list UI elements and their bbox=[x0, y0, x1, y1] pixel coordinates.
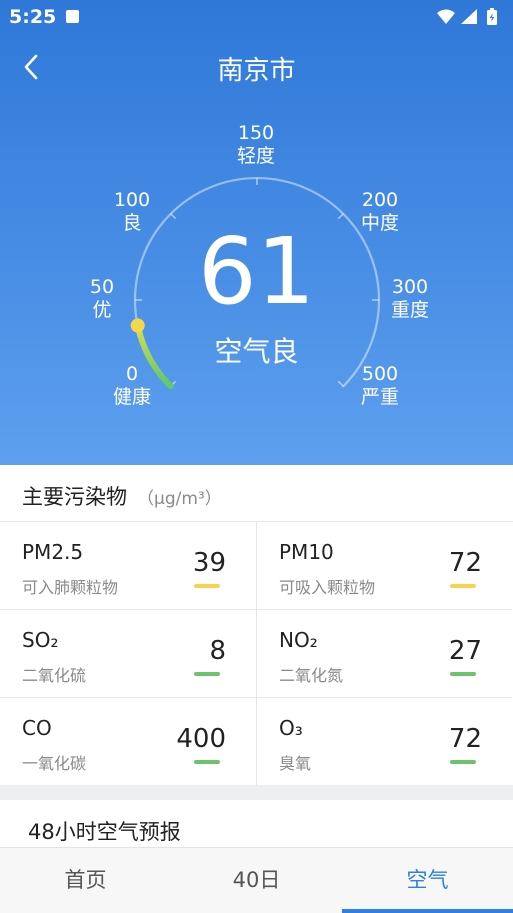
aqi-value: 61 bbox=[197, 218, 316, 325]
tab-home[interactable]: 首页 bbox=[0, 848, 171, 913]
forecast-title: 48小时空气预报 bbox=[28, 820, 181, 844]
notification-icon bbox=[66, 10, 79, 23]
title-bar: 南京市 bbox=[0, 40, 513, 94]
gauge-scale-value: 100 bbox=[113, 189, 151, 211]
pollutant-chinese-name: 一氧化碳 bbox=[22, 754, 87, 773]
status-icons bbox=[437, 8, 497, 25]
pollutants-header: 主要污染物 （μg/m³） bbox=[22, 481, 222, 511]
status-bar: 5:25 bbox=[0, 0, 513, 34]
pollutant-cell: PM10 可吸入颗粒物 72 bbox=[256, 522, 512, 610]
pollutant-chinese-name: 二氧化硫 bbox=[22, 666, 87, 685]
tab-40-days[interactable]: 40日 bbox=[171, 848, 342, 913]
pollutants-card: 主要污染物 （μg/m³） PM2.5 可入肺颗粒物 39 PM10 可吸入颗粒物 72 SO… bbox=[0, 465, 513, 786]
pollutant-name: CO bbox=[22, 716, 52, 740]
pollutant-name: PM10 bbox=[279, 540, 334, 564]
gauge-scale-value: 150 bbox=[237, 122, 275, 144]
pollutant-name: PM2.5 bbox=[22, 540, 84, 564]
pollutant-level-bar bbox=[450, 672, 476, 676]
forecast-section: 48小时空气预报 bbox=[0, 800, 513, 848]
pollutant-value: 27 bbox=[448, 636, 482, 666]
pollutant-name: O₃ bbox=[279, 716, 303, 740]
pollutant-value: 400 bbox=[176, 724, 226, 754]
pollutant-cell: O₃ 臭氧 72 bbox=[256, 698, 512, 786]
gauge-scale-name: 轻度 bbox=[236, 145, 275, 167]
pollutants-grid: PM2.5 可入肺颗粒物 39 PM10 可吸入颗粒物 72 SO₂ 二氧化硫 8 NO₂ 二氧化氮… bbox=[0, 521, 513, 786]
pollutant-chinese-name: 臭氧 bbox=[279, 754, 312, 773]
pollutant-value: 8 bbox=[209, 636, 226, 666]
pollutant-cell: CO 一氧化碳 400 bbox=[0, 698, 256, 786]
pollutants-title: 主要污染物 bbox=[22, 485, 127, 509]
pollutant-level-bar bbox=[450, 584, 476, 588]
pollutant-value: 72 bbox=[448, 724, 482, 754]
pollutant-name: SO₂ bbox=[22, 628, 59, 652]
header-panel: 5:25 南京市 0 健康 50 优 100 良 150 轻度 200 中度 300 重度 500 严重 … bbox=[0, 0, 513, 465]
pollutant-level-bar bbox=[450, 760, 476, 764]
bottom-nav: 首页 40日 空气 bbox=[0, 847, 513, 913]
pollutant-cell: SO₂ 二氧化硫 8 bbox=[0, 610, 256, 698]
gauge-scale-value: 200 bbox=[361, 189, 399, 211]
gauge-scale-label: 150 轻度 bbox=[216, 122, 296, 168]
pollutant-level-bar bbox=[194, 672, 220, 676]
pollutant-chinese-name: 二氧化氮 bbox=[279, 666, 344, 685]
pollutant-value: 39 bbox=[192, 548, 226, 578]
pollutant-cell: PM2.5 可入肺颗粒物 39 bbox=[0, 522, 256, 610]
active-tab-indicator bbox=[342, 909, 513, 913]
pollutant-cell: NO₂ 二氧化氮 27 bbox=[256, 610, 512, 698]
pollutant-chinese-name: 可入肺颗粒物 bbox=[22, 578, 119, 597]
signal-icon bbox=[461, 9, 477, 24]
pollutant-level-bar bbox=[194, 584, 220, 588]
pollutant-level-bar bbox=[194, 760, 220, 764]
gauge-scale-name: 健康 bbox=[112, 386, 151, 408]
page-title: 南京市 bbox=[217, 56, 296, 86]
tab-air[interactable]: 空气 bbox=[342, 848, 513, 913]
gauge-scale-name: 严重 bbox=[360, 386, 399, 408]
pollutants-unit: （μg/m³） bbox=[137, 489, 222, 509]
section-divider bbox=[0, 785, 513, 800]
pollutant-name: NO₂ bbox=[279, 628, 318, 652]
wifi-icon bbox=[437, 9, 455, 24]
status-time: 5:25 bbox=[9, 6, 57, 28]
pollutant-chinese-name: 可吸入颗粒物 bbox=[279, 578, 376, 597]
pollutant-value: 72 bbox=[448, 548, 482, 578]
aqi-quality: 空气良 bbox=[214, 335, 299, 368]
